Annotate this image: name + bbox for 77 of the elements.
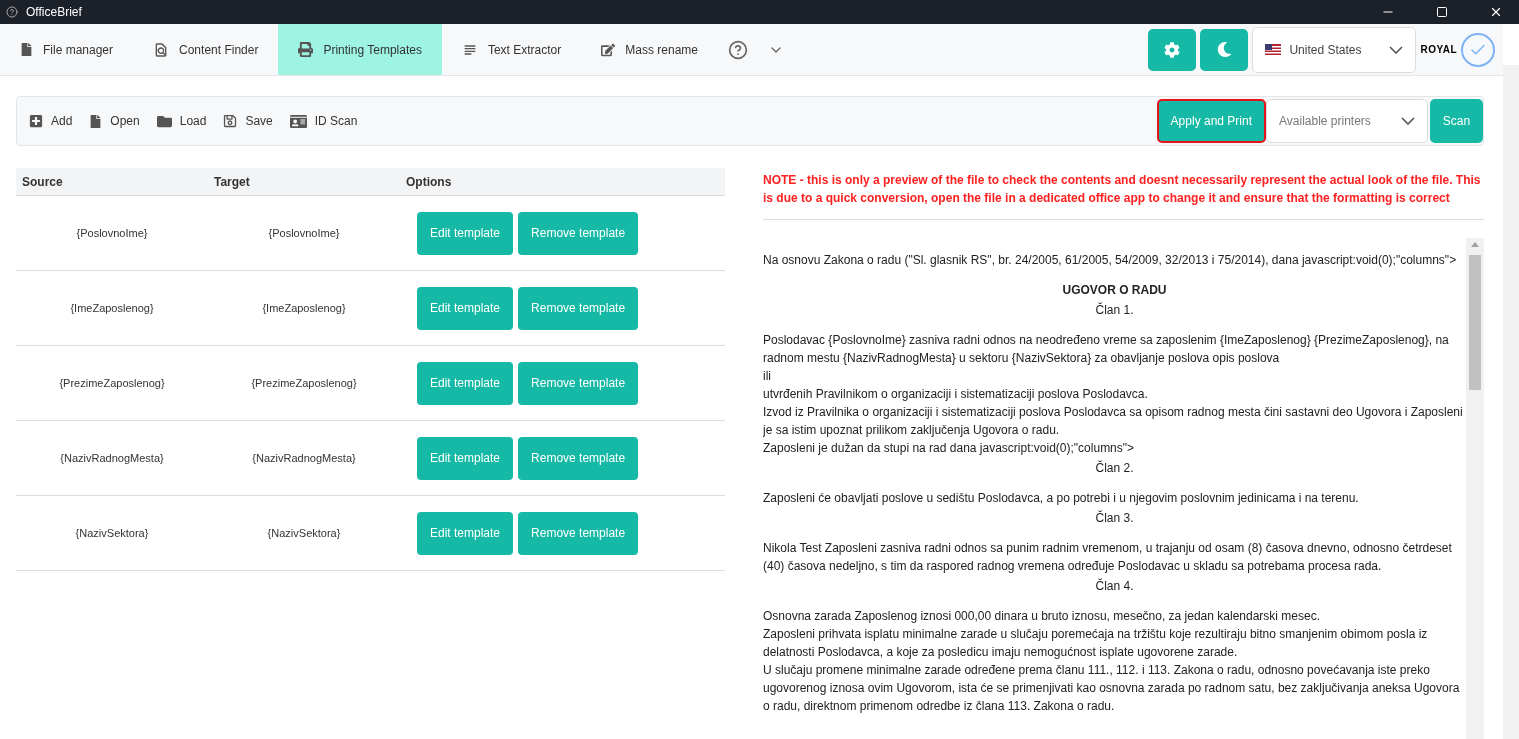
document-text: Osnovna zarada Zaposlenog iznosi 000,00 dinara u bruto iznosu, mesečno, za jedan kalendarski mesec. <box>763 608 1321 625</box>
remove-template-button[interactable]: Remove template <box>518 436 639 480</box>
toolbar-action[interactable]: Open <box>89 114 149 128</box>
edit-template-button[interactable]: Edit template <box>417 211 514 255</box>
table-cell: {NazivSektora} <box>208 496 400 571</box>
edit-template-button[interactable]: Edit template <box>417 511 514 555</box>
column-header: Source <box>16 168 208 196</box>
moon-icon <box>1216 42 1232 57</box>
scrollbar[interactable] <box>1466 238 1484 739</box>
nav-tab[interactable]: Mass rename <box>581 24 718 75</box>
document-text: ili <box>763 368 772 385</box>
remove-template-button[interactable]: Remove template <box>518 211 639 255</box>
toolbar-action[interactable]: ID Scan <box>289 112 367 130</box>
close-icon <box>1489 5 1503 19</box>
help-icon <box>728 39 748 60</box>
toolbar-action[interactable]: Save <box>223 114 282 128</box>
preview-note: NOTE - this is only a preview of the file to check the contents and doesnt necessarily represent the actual look of the file. This is due to a quick conversion, open the file in a dedicated office app to change it and ensure that the formatting is correct <box>763 172 1482 207</box>
table-cell: {NazivRadnogMesta} <box>208 421 400 496</box>
scan-button[interactable]: Scan <box>1430 99 1483 143</box>
document-text: Član 1. <box>1094 301 1135 319</box>
flag-icon <box>1265 44 1282 55</box>
remove-template-button[interactable]: Remove template <box>518 511 639 555</box>
table-cell: {PrezimeZaposlenog} <box>208 346 400 421</box>
maximize-icon <box>1436 6 1448 18</box>
document-text: Zaposleni je dužan da stupi na rad dana javascript:void(0);"columns"> <box>763 440 1136 457</box>
nav-tab[interactable]: Printing Templates <box>278 24 442 75</box>
document-text: Član 3. <box>1094 509 1135 527</box>
chevron-down-icon <box>1401 117 1415 125</box>
file-icon <box>20 43 33 56</box>
edit-template-button[interactable]: Edit template <box>417 361 514 405</box>
document-text: Nikola Test Zaposleni zasniva radni odnos sa punim radnim vremenom, u trajanju od osam (8) časova dnevno, odnosno četrdeset (40) časova nedeljno, s tim da raspored radnog vremena određuje Poslodavac u skladu sa potrebama procesa rada. <box>763 540 1453 575</box>
remove-template-button[interactable]: Remove template <box>518 361 639 405</box>
table-cell: {NazivSektora} <box>16 496 208 571</box>
check-logo-icon <box>1461 32 1495 67</box>
document-text: Izvod iz Pravilnika o organizaciji i sistematizaciji poslova Poslodavca sa opisom radnog mesta čini sastavni deo Ugovora i Zaposleni je sa istim upoznat prilikom zaključenja Ugovora o radu. <box>763 404 1464 439</box>
toolbar-action[interactable]: Add <box>29 114 82 128</box>
id-card-icon <box>289 112 307 130</box>
nav-tab[interactable]: Content Finder <box>133 24 279 75</box>
apply-print-button[interactable]: Apply and Print <box>1156 99 1266 143</box>
document-text: Na osnovu Zakona o radu ("Sl. glasnik RS", br. 24/2005, 61/2005, 54/2009, 32/2013 i 75/2014), dana javascript:void(0);"columns"> <box>763 252 1458 269</box>
document-text: Član 2. <box>1094 459 1135 477</box>
table-cell: {PoslovnoIme} <box>16 196 208 271</box>
brand-logo: ROYAL <box>1420 44 1457 55</box>
document-text: U slučaju promene minimalne zarade određene prema članu 111., 112. i 113. Zakona o radu, odnosno povećavanja iste preko ugovorenog iznosa ovim Ugovorom, ista će se primenjivati kao osnovna zarada po radnom satu, bez zaključivanja aneksa Ugovora o radu, direktnom primenom odredbe iz člana 113. Zakona o radu. <box>763 662 1461 715</box>
pencil-icon <box>601 42 616 57</box>
app-icon <box>6 6 18 18</box>
document-text: Zaposleni će obavljati poslove u sedištu Poslodavca, a po potrebi i u njegovim poslovnim jedinicama i na terenu. <box>763 490 1360 507</box>
settings-icon <box>1164 41 1181 58</box>
edit-template-button[interactable]: Edit template <box>417 286 514 330</box>
table-cell: {NazivRadnogMesta} <box>16 421 208 496</box>
edit-template-button[interactable]: Edit template <box>417 436 514 480</box>
column-header: Options <box>400 168 725 196</box>
table-cell: {PrezimeZaposlenog} <box>16 346 208 421</box>
table-cell: {PoslovnoIme} <box>208 196 400 271</box>
document-text: UGOVOR O RADU <box>1061 282 1168 299</box>
remove-template-button[interactable]: Remove template <box>518 286 639 330</box>
nav-tab[interactable]: Text Extractor <box>441 24 582 75</box>
chevron-down-icon <box>1389 45 1404 54</box>
dark-mode-button[interactable] <box>1200 28 1249 71</box>
window-title: OfficeBrief <box>26 5 83 19</box>
printer-icon <box>298 42 314 57</box>
nav-tab[interactable]: File manager <box>0 24 134 75</box>
table-cell: {ImeZaposlenog} <box>208 271 400 346</box>
document-text: Zaposleni prihvata isplatu minimalne zarade u slučaju poremećaja na tržištu koje rezultiraju bitno smanjenim obimom posla iz delatnosti Poslodavca, a koje za posledicu imaju nemogućnost isplate ugovorene zarade. <box>763 626 1429 661</box>
settings-button[interactable] <box>1148 28 1197 71</box>
country-select[interactable]: United States <box>1252 26 1417 73</box>
page-scrollbar[interactable] <box>1503 65 1519 739</box>
document-text: utvrđenih Pravilnikom o organizaciji i sistematizaciji poslova Poslodavca. <box>763 386 1149 403</box>
table-cell: {ImeZaposlenog} <box>16 271 208 346</box>
file-icon <box>89 114 103 128</box>
toolbar-action[interactable]: Load <box>156 113 216 129</box>
column-header: Target <box>208 168 400 196</box>
folder-icon <box>156 113 172 129</box>
save-icon <box>223 114 238 128</box>
printer-select[interactable]: Available printers <box>1266 99 1428 143</box>
document-text: Član 4. <box>1094 577 1135 595</box>
add-icon <box>29 114 43 128</box>
